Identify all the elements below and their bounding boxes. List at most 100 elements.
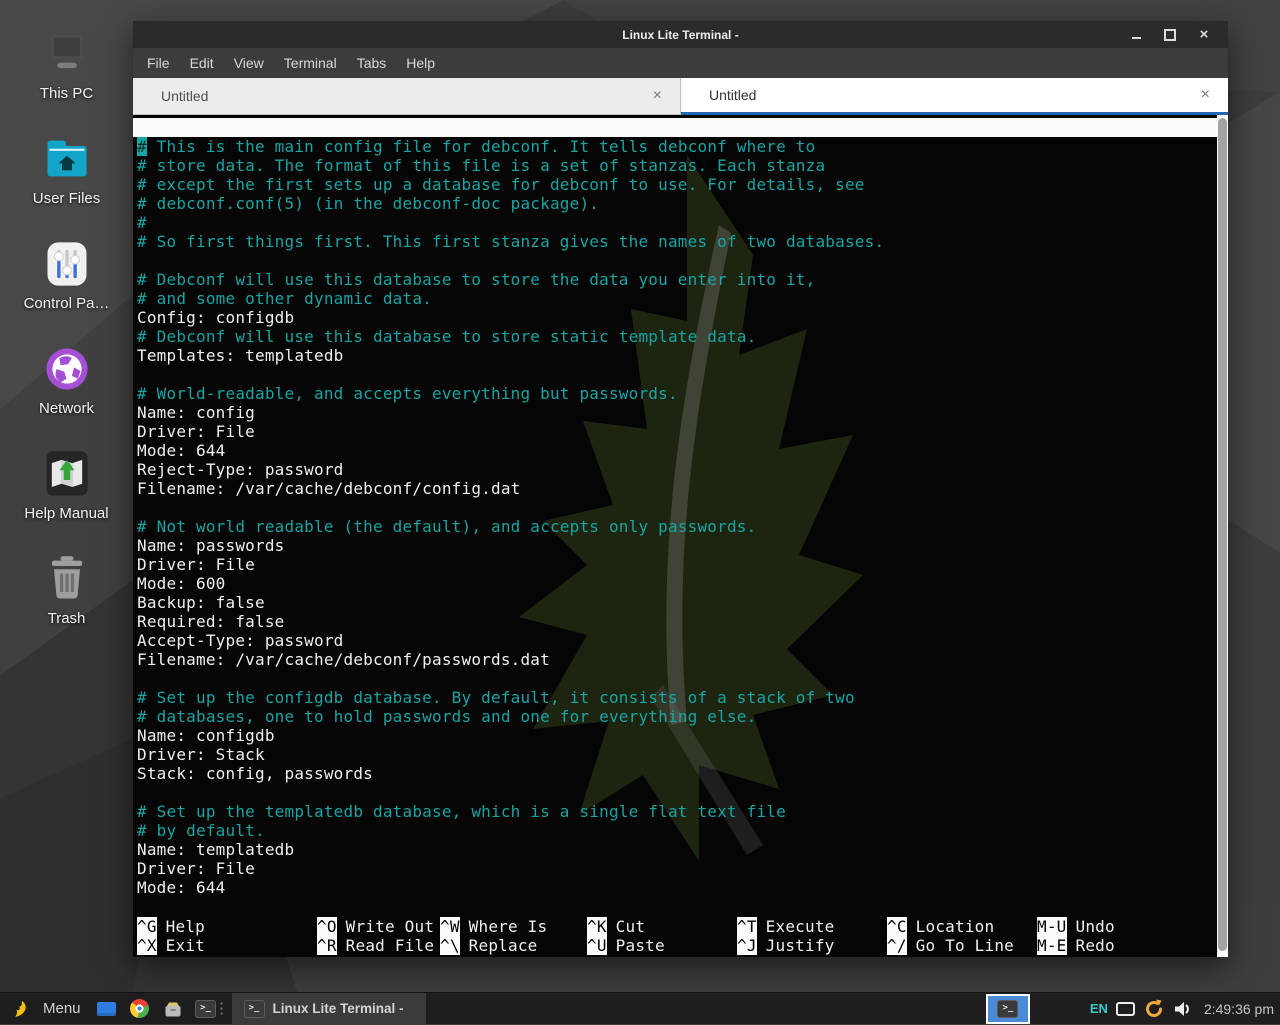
nano-shortcut: M-E Redo (1037, 936, 1217, 955)
show-desktop-icon[interactable] (96, 998, 118, 1020)
editor-line: Mode: 600 (137, 574, 1228, 593)
nano-shortcut: ^/Go To Line (887, 936, 1037, 955)
shortcut-label: Where Is (469, 917, 548, 936)
editor-line: # store data. The format of this file is… (137, 156, 1228, 175)
shortcut-key: ^W (440, 917, 460, 936)
chrome-icon[interactable] (129, 998, 151, 1020)
shortcut-key: M-U (1037, 917, 1067, 936)
menu-view[interactable]: View (224, 55, 274, 71)
editor-line: # This is the main config file for debco… (137, 137, 1228, 156)
shortcut-key: ^C (887, 917, 907, 936)
editor-line: Templates: templatedb (137, 346, 1228, 365)
trash-icon (41, 555, 93, 603)
editor-line: # Not world readable (the default), and … (137, 517, 1228, 536)
menu-button-label[interactable]: Menu (43, 1000, 81, 1017)
terminal-tray-icon[interactable]: >_ (986, 994, 1030, 1024)
menu-help[interactable]: Help (396, 55, 445, 71)
desktop-icon-user-files[interactable]: User Files (7, 135, 127, 207)
volume-icon[interactable] (1173, 1000, 1192, 1018)
nano-editor[interactable]: # This is the main config file for debco… (133, 137, 1228, 897)
editor-line: # databases, one to hold passwords and o… (137, 707, 1228, 726)
terminal-scrollbar[interactable] (1217, 115, 1228, 957)
menu-terminal[interactable]: Terminal (274, 55, 347, 71)
editor-line: Mode: 644 (137, 441, 1228, 460)
nano-shortcut: ^CLocation (887, 917, 1037, 936)
maximize-button[interactable] (1164, 29, 1176, 41)
clock[interactable]: 2:49:36 pm (1204, 1001, 1274, 1017)
editor-line: Name: templatedb (137, 840, 1228, 859)
desktop-icon-this-pc[interactable]: This PC (7, 30, 127, 102)
editor-line (137, 498, 1228, 517)
shortcut-key: ^G (137, 917, 157, 936)
editor-line: # Set up the templatedb database, which … (137, 802, 1228, 821)
menu-button[interactable] (10, 998, 32, 1020)
nano-shortcut: ^X Exit (137, 936, 317, 955)
updates-icon[interactable] (1143, 998, 1165, 1020)
help-manual-icon (41, 450, 93, 498)
editor-line (137, 251, 1228, 270)
editor-line (137, 365, 1228, 384)
keyboard-layout-indicator[interactable]: EN (1090, 1001, 1108, 1016)
editor-line: # Debconf will use this database to stor… (137, 327, 1228, 346)
shortcut-key: ^/ (887, 936, 907, 955)
nano-shortcut: ^TExecute (737, 917, 887, 936)
shortcut-key: ^J (737, 936, 757, 955)
window-titlebar[interactable]: Linux Lite Terminal - × (133, 21, 1228, 48)
linux-lite-logo-icon (12, 999, 30, 1019)
tab-close-icon[interactable]: × (1199, 86, 1212, 104)
menu-edit[interactable]: Edit (180, 55, 224, 71)
system-tray: >_ EN 2:49:36 pm (986, 994, 1274, 1024)
shortcut-key: ^O (317, 917, 337, 936)
editor-line: # by default. (137, 821, 1228, 840)
terminal-launcher-icon[interactable]: >_ (195, 998, 217, 1020)
editor-line: # (137, 213, 1228, 232)
shortcut-key: ^R (317, 936, 337, 955)
desktop-icon-trash[interactable]: Trash (7, 555, 127, 627)
tab-close-icon[interactable]: × (651, 87, 664, 105)
control-panel-icon (41, 240, 93, 288)
desktop-icon-control-panel[interactable]: Control Pa… (7, 240, 127, 312)
display-icon[interactable] (1116, 1002, 1135, 1016)
editor-line: Driver: Stack (137, 745, 1228, 764)
shortcut-label: Undo (1076, 917, 1115, 936)
window-title: Linux Lite Terminal - (133, 28, 1228, 42)
editor-line: Mode: 644 (137, 878, 1228, 897)
editor-line: Name: configdb (137, 726, 1228, 745)
nano-shortcut: ^KCut (587, 917, 737, 936)
editor-line: Backup: false (137, 593, 1228, 612)
taskbar-launchers: Menu >_ (0, 998, 217, 1020)
shortcut-column: ^OWrite Out^RRead File (317, 917, 440, 955)
editor-line: Filename: /var/cache/debconf/passwords.d… (137, 650, 1228, 669)
window-buttons: × (1130, 29, 1228, 41)
close-button[interactable]: × (1198, 29, 1210, 41)
terminal-icon: >_ (997, 1000, 1018, 1018)
shortcut-key: ^X (137, 936, 157, 955)
shortcut-column: ^CLocation^/Go To Line (887, 917, 1037, 955)
menu-file[interactable]: File (137, 55, 180, 71)
minimize-button[interactable] (1130, 29, 1142, 41)
shortcut-key: ^U (587, 936, 607, 955)
tab-untitled-1[interactable]: Untitled × (133, 78, 681, 115)
desktop-icon-network[interactable]: Network (7, 345, 127, 417)
editor-line: Driver: File (137, 422, 1228, 441)
shortcut-label: Redo (1076, 936, 1115, 955)
desktop-icon-help-manual[interactable]: Help Manual (7, 450, 127, 522)
task-button-terminal[interactable]: >_ Linux Lite Terminal - (232, 993, 426, 1025)
shortcut-label: Exit (166, 936, 205, 955)
tab-untitled-2[interactable]: Untitled × (681, 78, 1228, 115)
nano-shortcut: ^U Paste (587, 936, 737, 955)
shortcut-column: ^GHelp^XExit (137, 917, 317, 955)
network-globe-icon (41, 345, 93, 393)
shortcut-key: M-E (1037, 936, 1067, 955)
shortcut-label: Paste (616, 936, 665, 955)
file-manager-icon[interactable] (162, 998, 184, 1020)
taskbar-grip-handle[interactable] (219, 1001, 224, 1017)
editor-line: Driver: File (137, 555, 1228, 574)
editor-line (137, 783, 1228, 802)
scrollbar-thumb[interactable] (1218, 118, 1227, 951)
desktop-icon-label: This PC (40, 85, 93, 102)
terminal-content[interactable]: GNU nano 7.2 /etc/debconf.conf # This is… (133, 115, 1228, 957)
editor-line: # Debconf will use this database to stor… (137, 270, 1228, 289)
text-cursor: # (137, 137, 147, 156)
menu-tabs[interactable]: Tabs (347, 55, 397, 71)
